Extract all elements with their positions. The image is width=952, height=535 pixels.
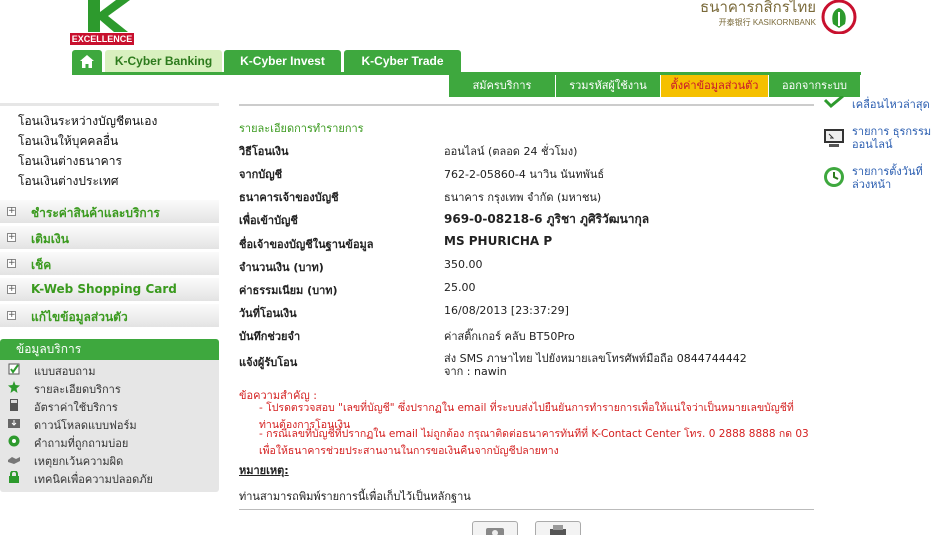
sidebar-menu-kweb-card[interactable]: + K-Web Shopping Card (0, 278, 219, 302)
expand-icon: + (7, 284, 16, 294)
value-transfer-method: ออนไลน์ (ตลอด 24 ชั่วโมง) (444, 145, 578, 158)
k-logo-icon (88, 0, 130, 32)
label-memo: บันทึกช่วยจำ (239, 330, 301, 343)
home-icon (80, 55, 94, 68)
expand-icon: + (7, 206, 16, 216)
content-bottom-divider (239, 509, 814, 510)
sidebar-menu-label: เติมเงิน (31, 232, 69, 246)
faq-icon (8, 435, 20, 447)
lock-icon (9, 471, 19, 483)
sidebar-link-own-transfer[interactable]: โอนเงินระหว่างบัญชีตนเอง (18, 112, 157, 131)
service-label: เทคนิคเพื่อความปลอดภัย (34, 473, 153, 486)
label-notify-recipient: แจ้งผู้รับโอน (239, 356, 298, 369)
value-from-account: 762-2-05860-4 นาวิน นันทพันธ์ (444, 168, 605, 181)
sidebar-menu-cheque[interactable]: + เช็ค (0, 252, 219, 276)
calculator-icon (10, 399, 18, 411)
sidebar-menu-edit-profile[interactable]: + แก้ไขข้อมูลส่วนตัว (0, 304, 219, 328)
sidebar-menu-label: แก้ไขข้อมูลส่วนตัว (31, 310, 128, 324)
label-to-account: เพื่อเข้าบัญชี (239, 214, 298, 227)
sidebar-menu-topup[interactable]: + เติมเงิน (0, 226, 219, 250)
bank-name: ธนาคารกสิกรไทย 开泰银行 KASIKORNBANK (700, 0, 816, 30)
services-panel: แบบสอบถาม รายละเอียดบริการ อัตราค่าใช้บร… (0, 360, 219, 492)
remark-heading: หมายเหตุ: (239, 464, 289, 477)
subnav-settings[interactable]: ตั้งค่าข้อมูลส่วนตัว (661, 75, 769, 97)
home-tab[interactable] (72, 50, 102, 73)
service-security-tips[interactable]: เทคนิคเพื่อความปลอดภัย (0, 468, 219, 486)
page-title: รายละเอียดการทำรายการ (239, 122, 364, 135)
download-icon (8, 419, 20, 428)
print-button[interactable] (535, 521, 581, 535)
service-disclaimer[interactable]: เหตุยกเว้นความผิด (0, 450, 219, 468)
save-image-button[interactable] (472, 521, 518, 535)
label-fee: ค่าธรรมเนียม (บาท) (239, 284, 338, 297)
expand-icon: + (7, 232, 16, 242)
sidebar-divider (0, 103, 219, 106)
value-fee: 25.00 (444, 281, 476, 294)
right-link-recent-activity[interactable]: เคลื่อนไหวล่าสุด (852, 98, 930, 111)
bank-seal-icon (821, 0, 857, 34)
subnav-logout[interactable]: ออกจากระบบ (769, 75, 861, 97)
label-account-owner-name: ชื่อเจ้าของบัญชีในฐานข้อมูล (239, 238, 374, 251)
content-top-divider (239, 104, 814, 106)
expand-icon: + (7, 258, 16, 268)
bank-name-en: 开泰银行 KASIKORNBANK (718, 18, 816, 27)
label-owner-bank: ธนาคารเจ้าของบัญชี (239, 191, 339, 204)
sidebar-link-intl-transfer[interactable]: โอนเงินต่างประเทศ (18, 172, 119, 191)
remark-text: ท่านสามารถพิมพ์รายการนี้เพื่อเก็บไว้เป็น… (239, 490, 471, 503)
tab-k-cyber-invest[interactable]: K-Cyber Invest (224, 50, 341, 73)
expand-icon: + (7, 310, 16, 320)
service-download-forms[interactable]: ดาวน์โหลดแบบฟอร์ม (0, 414, 219, 432)
label-amount: จำนวนเงิน (บาท) (239, 261, 324, 274)
right-link-scheduled-transactions[interactable]: รายการตั้งวันที่ ล่วงหน้า (852, 165, 932, 191)
tab-k-cyber-banking[interactable]: K-Cyber Banking (105, 50, 222, 73)
value-memo: ค่าสติ๊กเกอร์ คลับ BT50Pro (444, 330, 575, 343)
value-to-account: 969-0-08218-6 ภูริชา ภูศิริวัฒนากุล (444, 212, 650, 226)
label-from-account: จากบัญชี (239, 168, 283, 181)
subnav-register[interactable]: สมัครบริการ (449, 75, 556, 97)
sidebar-menu-label: ชำระค่าสินค้าและบริการ (31, 206, 160, 220)
service-details[interactable]: รายละเอียดบริการ (0, 378, 219, 396)
handshake-icon (8, 457, 20, 464)
service-survey[interactable]: แบบสอบถาม (0, 360, 219, 378)
sidebar-link-other-transfer[interactable]: โอนเงินให้บุคคลอื่น (18, 132, 118, 151)
services-heading: ข้อมูลบริการ (0, 339, 219, 360)
printer-icon (550, 525, 566, 535)
monitor-icon (824, 129, 844, 147)
value-owner-bank: ธนาคาร กรุงเทพ จำกัด (มหาชน) (444, 191, 602, 204)
warning-text-2: - กรณีเลขที่บัญชีที่ปรากฏใน email ไม่ถูก… (259, 428, 809, 457)
value-sms-from: จาก : nawin (444, 365, 507, 378)
service-faq[interactable]: คำถามที่ถูกถามบ่อย (0, 432, 219, 450)
sidebar-menu-label: เช็ค (31, 258, 52, 272)
star-icon (8, 381, 20, 393)
sidebar-menu-label: K-Web Shopping Card (31, 282, 177, 296)
value-transfer-date: 16/08/2013 [23:37:29] (444, 304, 569, 317)
right-link-online-transactions[interactable]: รายการ ธุรกรรมออนไลน์ (852, 125, 942, 151)
excellence-label: EXCELLENCE (70, 33, 134, 45)
checkmark-icon (823, 96, 844, 109)
tab-k-cyber-trade[interactable]: K-Cyber Trade (344, 50, 461, 73)
checkbox-icon (8, 363, 20, 375)
value-amount: 350.00 (444, 258, 483, 271)
camera-icon (486, 528, 504, 535)
value-account-owner-name: MS PHURICHA P (444, 234, 553, 248)
clock-icon (824, 167, 844, 187)
label-transfer-date: วันที่โอนเงิน (239, 307, 297, 320)
service-fees[interactable]: อัตราค่าใช้บริการ (0, 396, 219, 414)
subnav-merge-user[interactable]: รวมรหัสผู้ใช้งาน (556, 75, 661, 97)
sidebar-link-interbank-transfer[interactable]: โอนเงินต่างธนาคาร (18, 152, 122, 171)
sidebar-menu-bill-payment[interactable]: + ชำระค่าสินค้าและบริการ (0, 200, 219, 224)
label-transfer-method: วิธีโอนเงิน (239, 145, 289, 158)
kbank-logo[interactable]: EXCELLENCE (70, 0, 136, 45)
bank-name-th: ธนาคารกสิกรไทย (700, 0, 816, 16)
